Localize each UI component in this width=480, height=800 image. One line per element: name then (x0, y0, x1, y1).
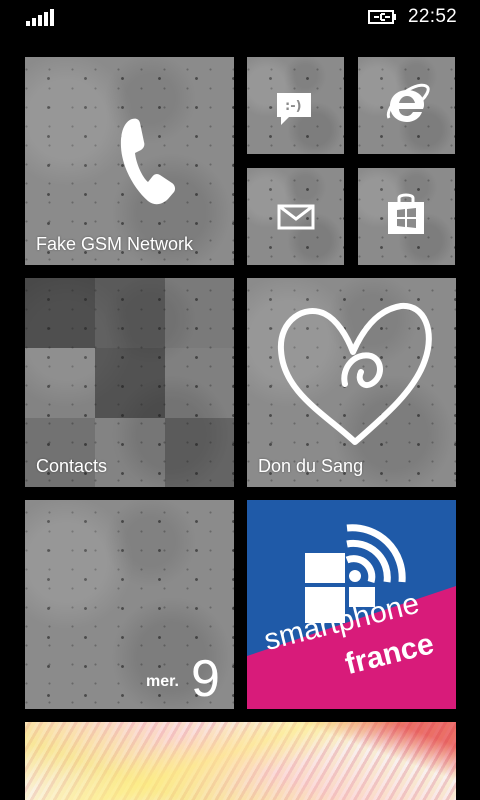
photos-tile[interactable] (25, 722, 456, 800)
calendar-tile[interactable]: mer. 9 (25, 500, 234, 709)
phone-icon (120, 118, 176, 205)
status-bar: 22:52 (0, 0, 480, 34)
contacts-tile[interactable]: Contacts (25, 278, 234, 487)
messaging-tile[interactable]: :-) (247, 57, 344, 154)
internet-explorer-icon (386, 83, 430, 122)
battery-charging-icon (368, 10, 396, 24)
messaging-icon: :-) (277, 93, 311, 125)
don-du-sang-tile-label: Don du Sang (258, 456, 364, 476)
internet-explorer-tile[interactable] (358, 57, 455, 154)
contacts-tile-label: Contacts (36, 456, 108, 476)
phone-tile-label: Fake GSM Network (36, 234, 194, 254)
don-du-sang-tile[interactable]: Don du Sang (247, 278, 456, 487)
smartphone-france-tile[interactable]: smartphone france (247, 500, 456, 709)
calendar-day: mer. (146, 673, 179, 690)
svg-text::-): :-) (285, 99, 302, 114)
phone-tile[interactable]: Fake GSM Network (25, 57, 234, 265)
heart-icon (277, 302, 432, 445)
mail-tile[interactable] (247, 168, 344, 265)
store-icon (388, 193, 424, 234)
signal-bars-icon (26, 9, 54, 26)
calendar-date: 9 (191, 650, 220, 708)
store-tile[interactable] (358, 168, 455, 265)
mail-icon (277, 204, 315, 230)
status-time: 22:52 (408, 6, 458, 27)
